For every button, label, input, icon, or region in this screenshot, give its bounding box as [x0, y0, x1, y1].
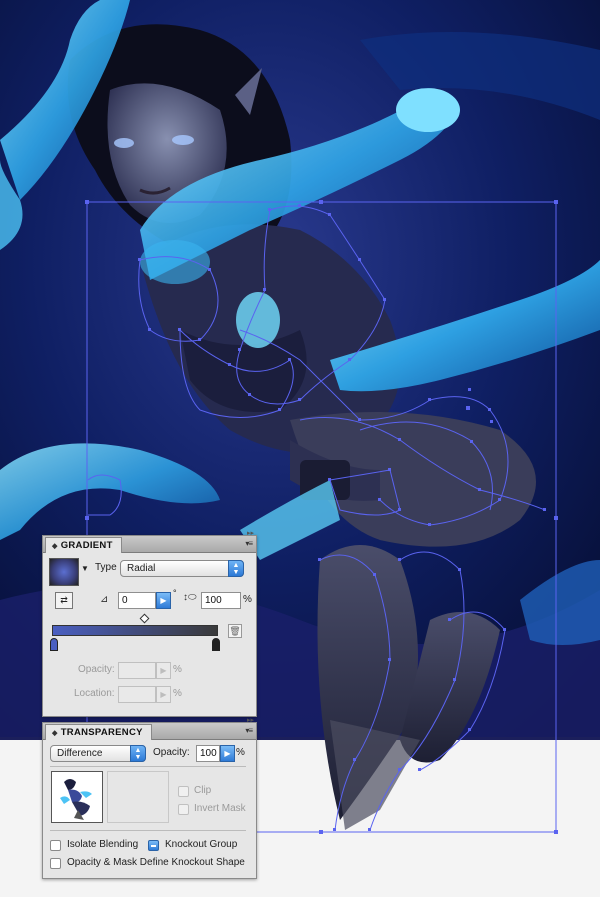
angle-icon: ⊿: [100, 594, 109, 605]
aspect-ratio-icon: ↕⬭: [183, 592, 197, 603]
stop-location-unit: %: [173, 688, 182, 699]
stop-opacity-dropdown[interactable]: ▶: [156, 662, 171, 679]
stop-location-dropdown[interactable]: ▶: [156, 686, 171, 703]
transparency-panel-title: TRANSPARENCY: [60, 727, 143, 738]
stop-opacity-label: Opacity:: [78, 664, 115, 675]
gradient-ramp[interactable]: [52, 625, 218, 636]
reverse-gradient-icon[interactable]: ⇄: [55, 592, 73, 609]
knockout-group-label: Knockout Group: [165, 839, 238, 850]
panel-close-icon[interactable]: ▸▸: [247, 716, 254, 724]
invert-mask-label: Invert Mask: [194, 803, 246, 814]
stop-location-label: Location:: [74, 688, 115, 699]
transparency-panel-tab[interactable]: ◆ TRANSPARENCY: [45, 724, 152, 740]
select-arrows-icon: ▲ ▼: [228, 560, 244, 577]
panel-collapse-icon[interactable]: ◆: [52, 543, 58, 550]
angle-dropdown-button[interactable]: ▶: [156, 592, 171, 609]
thumbnail-figure-icon: [60, 779, 92, 820]
transparency-opacity-label: Opacity:: [153, 747, 190, 758]
select-arrows-icon: ▲ ▼: [130, 745, 146, 762]
panel-menu-icon[interactable]: ▾≡: [245, 726, 253, 735]
gradient-panel-header[interactable]: ◆ GRADIENT ▸▸ ▾≡: [43, 530, 256, 553]
stop-opacity-unit: %: [173, 664, 182, 675]
aspect-ratio-input[interactable]: 100: [201, 592, 241, 609]
artwork-thumbnail[interactable]: [51, 771, 103, 823]
transparency-opacity-dropdown[interactable]: ▶: [220, 745, 235, 762]
blend-mode-value: Difference: [57, 748, 103, 759]
isolate-blending-label: Isolate Blending: [67, 839, 139, 850]
isolate-blending-checkbox[interactable]: [50, 840, 61, 851]
panel-close-icon[interactable]: ▸▸: [247, 529, 254, 537]
panel-collapse-icon[interactable]: ◆: [52, 730, 58, 737]
transparency-opacity-input[interactable]: 100: [196, 745, 220, 762]
swatch-dropdown-icon[interactable]: ▼: [81, 564, 89, 573]
transparency-panel: ◆ TRANSPARENCY ▸▸ ▾≡ Difference ▲ ▼ Opacit…: [42, 717, 257, 879]
gradient-panel-title: GRADIENT: [60, 540, 113, 551]
type-label: Type: [95, 562, 117, 573]
blend-mode-select[interactable]: Difference ▲ ▼: [50, 745, 146, 762]
transparency-opacity-unit: %: [236, 747, 245, 758]
opacity-mask-knockout-checkbox[interactable]: [50, 858, 61, 869]
opacity-mask-thumbnail[interactable]: [107, 771, 169, 823]
clip-checkbox[interactable]: [178, 786, 189, 797]
transparency-panel-header[interactable]: ◆ TRANSPARENCY ▸▸ ▾≡: [43, 717, 256, 740]
gradient-type-value: Radial: [127, 563, 156, 574]
stop-location-input[interactable]: [118, 686, 156, 703]
divider: [50, 830, 246, 831]
gradient-stop-end[interactable]: [212, 638, 220, 651]
stop-opacity-input[interactable]: [118, 662, 156, 679]
panel-menu-icon[interactable]: ▾≡: [245, 539, 253, 548]
invert-mask-checkbox[interactable]: [178, 804, 189, 815]
gradient-panel-tab[interactable]: ◆ GRADIENT: [45, 537, 122, 553]
gradient-type-select[interactable]: Radial ▲ ▼: [120, 560, 244, 577]
aspect-unit: %: [243, 594, 252, 605]
gradient-midpoint-diamond[interactable]: [139, 613, 150, 624]
gradient-panel: ◆ GRADIENT ▸▸ ▾≡ ▼ Type Radial ▲ ▼ ⇄ ⊿ 0 ▶…: [42, 530, 257, 717]
gradient-swatch[interactable]: [49, 558, 79, 586]
gradient-stop-start[interactable]: [50, 638, 58, 651]
clip-label: Clip: [194, 785, 212, 796]
knockout-group-checkbox[interactable]: [148, 840, 159, 851]
angle-input[interactable]: 0: [118, 592, 156, 609]
degree-symbol: °: [173, 588, 177, 598]
delete-stop-icon[interactable]: 🗑: [228, 624, 242, 638]
opacity-mask-knockout-label: Opacity & Mask Define Knockout Shape: [67, 857, 245, 868]
divider: [50, 766, 246, 767]
